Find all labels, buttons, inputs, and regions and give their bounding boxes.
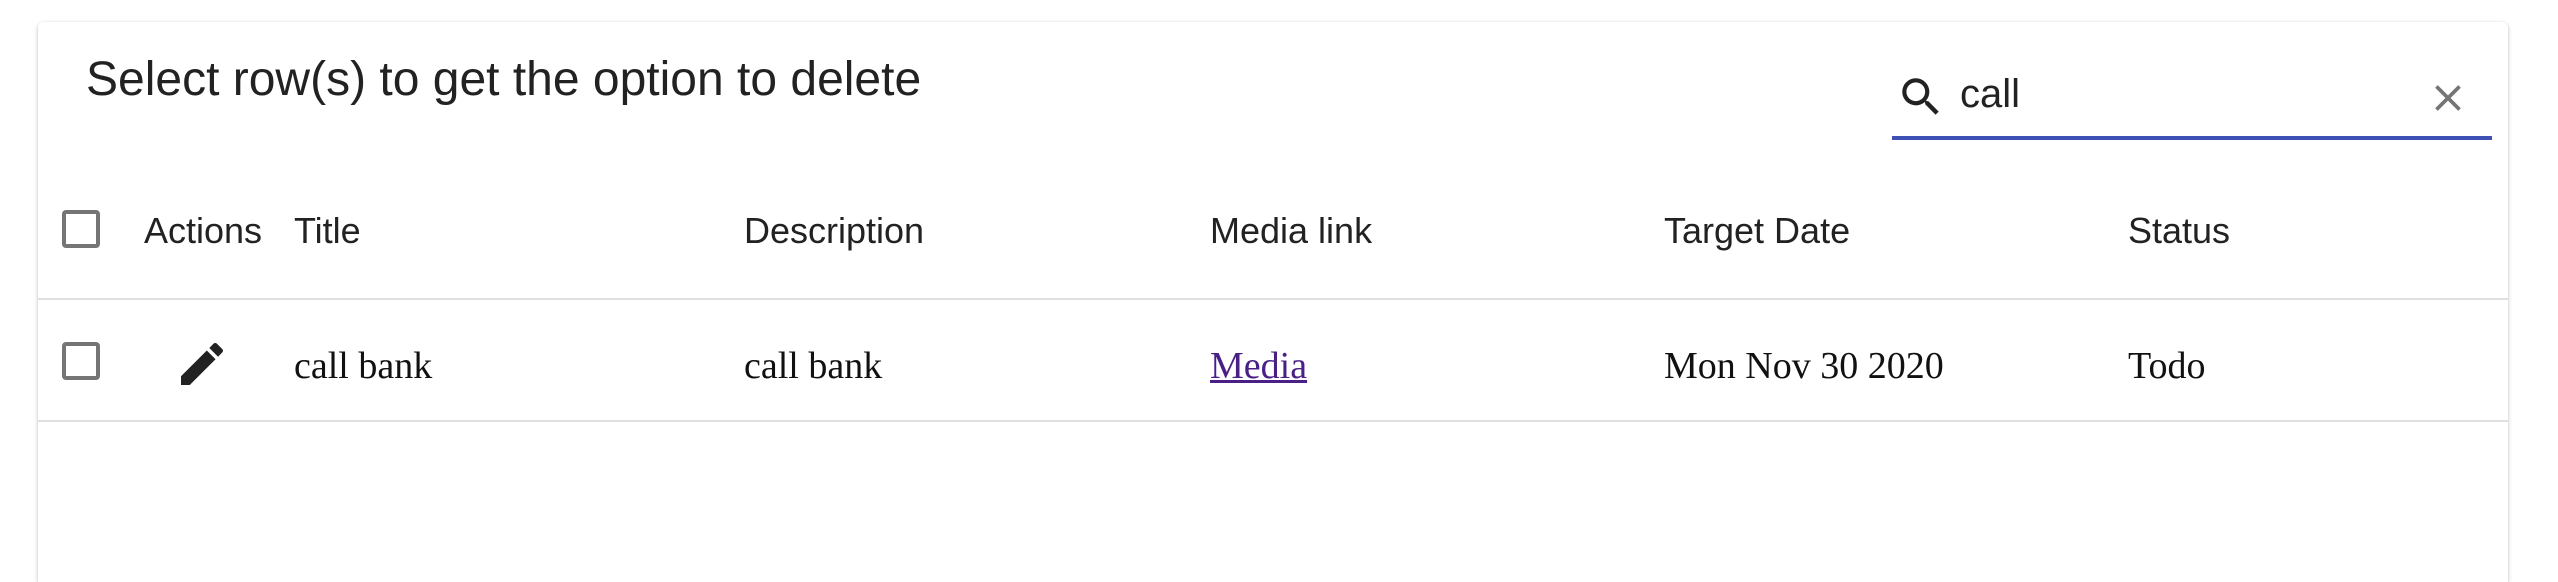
cell-target-date: Mon Nov 30 2020 xyxy=(1664,345,1944,387)
cell-media-link: Media xyxy=(1210,344,1307,388)
column-header-status[interactable]: Status xyxy=(2128,210,2230,252)
table-card: Select row(s) to get the option to delet… xyxy=(38,22,2508,582)
page-title: Select row(s) to get the option to delet… xyxy=(86,53,922,106)
data-table: Actions Title Description Media link Tar… xyxy=(38,152,2508,422)
column-header-actions[interactable]: Actions xyxy=(144,210,262,252)
column-header-description[interactable]: Description xyxy=(744,210,924,252)
table-toolbar: Select row(s) to get the option to delet… xyxy=(38,22,2508,152)
row-select-checkbox[interactable] xyxy=(62,342,100,380)
column-header-title[interactable]: Title xyxy=(294,210,361,252)
close-icon[interactable] xyxy=(2426,76,2470,120)
search-input[interactable] xyxy=(1960,66,2400,122)
column-header-media-link[interactable]: Media link xyxy=(1210,210,1372,252)
search-icon xyxy=(1896,72,1946,122)
column-header-target-date[interactable]: Target Date xyxy=(1664,210,1850,252)
table-header-row: Actions Title Description Media link Tar… xyxy=(38,152,2508,300)
edit-icon[interactable] xyxy=(174,336,230,392)
search-field[interactable] xyxy=(1892,50,2492,140)
table-row: call bank call bank Media Mon Nov 30 202… xyxy=(38,300,2508,422)
cell-status: Todo xyxy=(2128,345,2206,387)
cell-description: call bank xyxy=(744,345,883,387)
select-all-checkbox[interactable] xyxy=(62,210,100,248)
media-link[interactable]: Media xyxy=(1210,345,1307,387)
cell-title: call bank xyxy=(294,345,433,387)
